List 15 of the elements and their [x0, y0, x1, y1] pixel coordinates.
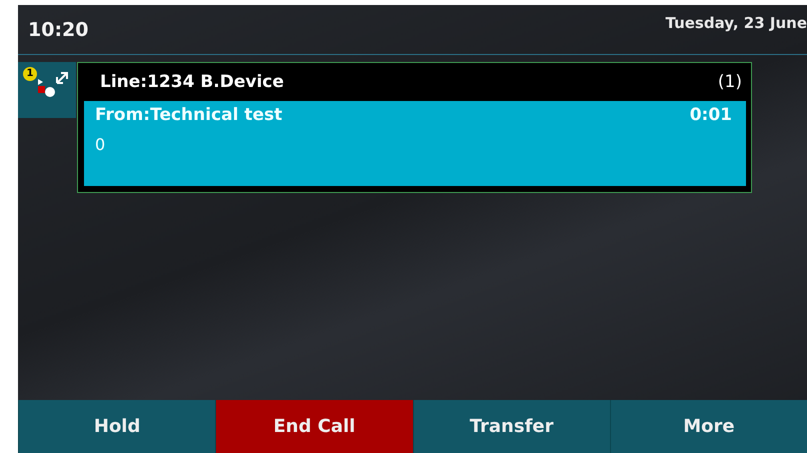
call-state-icon	[38, 79, 55, 97]
call-count: (1)	[718, 72, 742, 92]
clock-time: 10:20	[28, 18, 88, 40]
expand-icon	[56, 72, 68, 84]
softkey[interactable]: End Call	[215, 400, 412, 453]
softkey[interactable]: Hold	[18, 400, 216, 453]
call-duration: 0:01	[690, 105, 732, 125]
line-label: Line:1234 B.Device	[100, 72, 284, 92]
softkey[interactable]: Transfer	[412, 400, 610, 453]
line-number-indicator: 1	[23, 67, 37, 81]
caller-name: From:Technical test	[95, 105, 282, 125]
line-status-tile[interactable]: 1	[18, 62, 76, 118]
date-text: Tuesday, 23 June	[665, 14, 807, 32]
softkey[interactable]: More	[610, 400, 807, 453]
caller-number: 0	[95, 135, 106, 154]
